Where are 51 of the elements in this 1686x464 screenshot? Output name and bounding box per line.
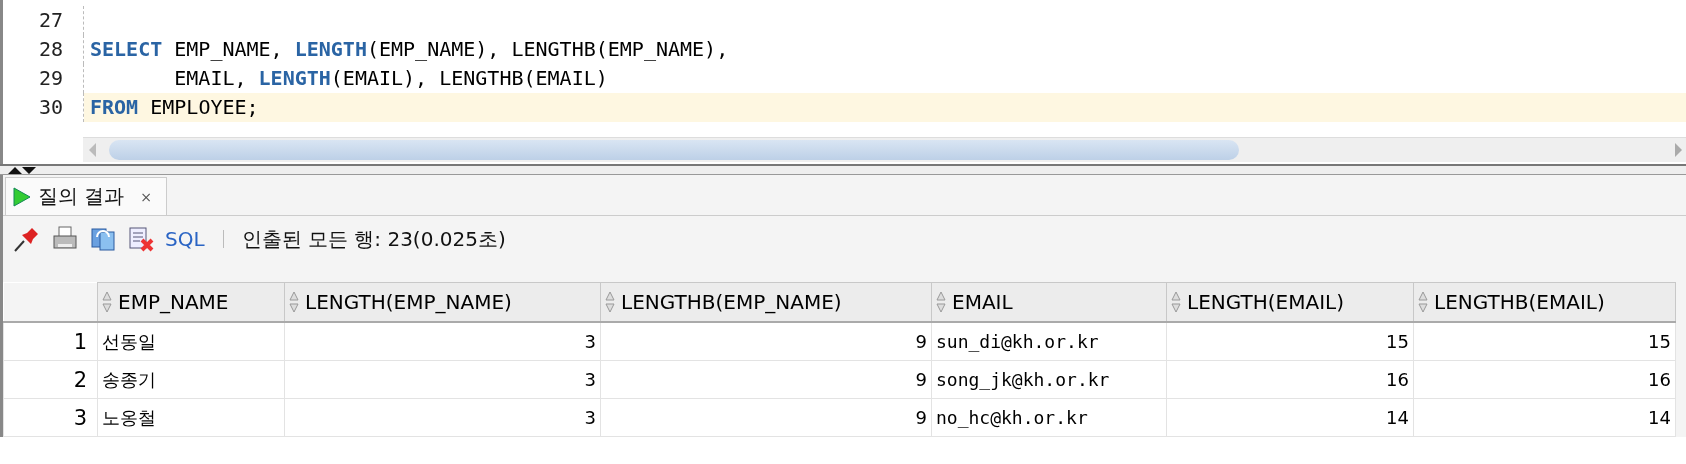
row-number: 3 [3, 398, 98, 437]
refresh-icon[interactable] [89, 225, 117, 253]
row-number: 1 [3, 322, 98, 361]
table-cell: sun_di@kh.or.kr [931, 322, 1167, 361]
table-cell: 15 [1413, 322, 1676, 361]
sort-icon[interactable] [605, 291, 615, 313]
column-header[interactable]: LENGTHB(EMP_NAME) [600, 282, 932, 322]
sort-icon[interactable] [936, 291, 946, 313]
table-cell: 14 [1166, 398, 1414, 437]
line-number: 27 [3, 6, 84, 35]
code-line: SELECT EMP_NAME, LENGTH(EMP_NAME), LENGTHB(EMP_NAME), [89, 36, 730, 63]
table-cell: 노옹철 [97, 398, 285, 437]
pin-icon[interactable] [13, 225, 41, 253]
table-cell: 16 [1413, 360, 1676, 399]
table-cell: 3 [284, 398, 601, 437]
column-header[interactable]: EMP_NAME [97, 282, 285, 322]
table-cell: 14 [1413, 398, 1676, 437]
table-cell: 9 [600, 360, 932, 399]
column-header[interactable]: LENGTH(EMAIL) [1166, 282, 1414, 322]
horizontal-scrollbar[interactable] [83, 137, 1686, 162]
table-cell: 3 [284, 322, 601, 361]
scrollbar-thumb[interactable] [109, 140, 1239, 160]
table-cell: 15 [1166, 322, 1414, 361]
tab-label: 질의 결과 [38, 183, 125, 210]
sort-icon[interactable] [1171, 291, 1181, 313]
code-line: EMAIL, LENGTH(EMAIL), LENGTHB(EMAIL) [173, 65, 609, 92]
column-header[interactable]: LENGTHB(EMAIL) [1413, 282, 1676, 322]
close-tab-button[interactable]: × [140, 188, 153, 205]
column-header[interactable]: LENGTH(EMP_NAME) [284, 282, 601, 322]
scroll-left-icon[interactable] [89, 143, 96, 157]
table-cell: no_hc@kh.or.kr [931, 398, 1167, 437]
table-cell: 선동일 [97, 322, 285, 361]
table-cell: 9 [600, 398, 932, 437]
table-cell: 9 [600, 322, 932, 361]
table-cell: 16 [1166, 360, 1414, 399]
sort-icon[interactable] [102, 291, 112, 313]
sql-link[interactable]: SQL [165, 227, 205, 251]
table-cell: song_jk@kh.or.kr [931, 360, 1167, 399]
table-cell: 송종기 [97, 360, 285, 399]
row-number: 2 [3, 360, 98, 399]
table-cell: 3 [284, 360, 601, 399]
clear-grid-icon[interactable] [127, 225, 155, 253]
sort-icon[interactable] [289, 291, 299, 313]
line-number: 28 [3, 35, 84, 64]
sort-icon[interactable] [1418, 291, 1428, 313]
column-header[interactable]: EMAIL [931, 282, 1167, 322]
scroll-right-icon[interactable] [1675, 143, 1682, 157]
line-number: 29 [3, 64, 84, 93]
status-text: 인출된 모든 행: 23(0.025초) [241, 225, 506, 253]
play-icon [12, 185, 32, 208]
result-tab[interactable]: 질의 결과 × [5, 177, 168, 215]
